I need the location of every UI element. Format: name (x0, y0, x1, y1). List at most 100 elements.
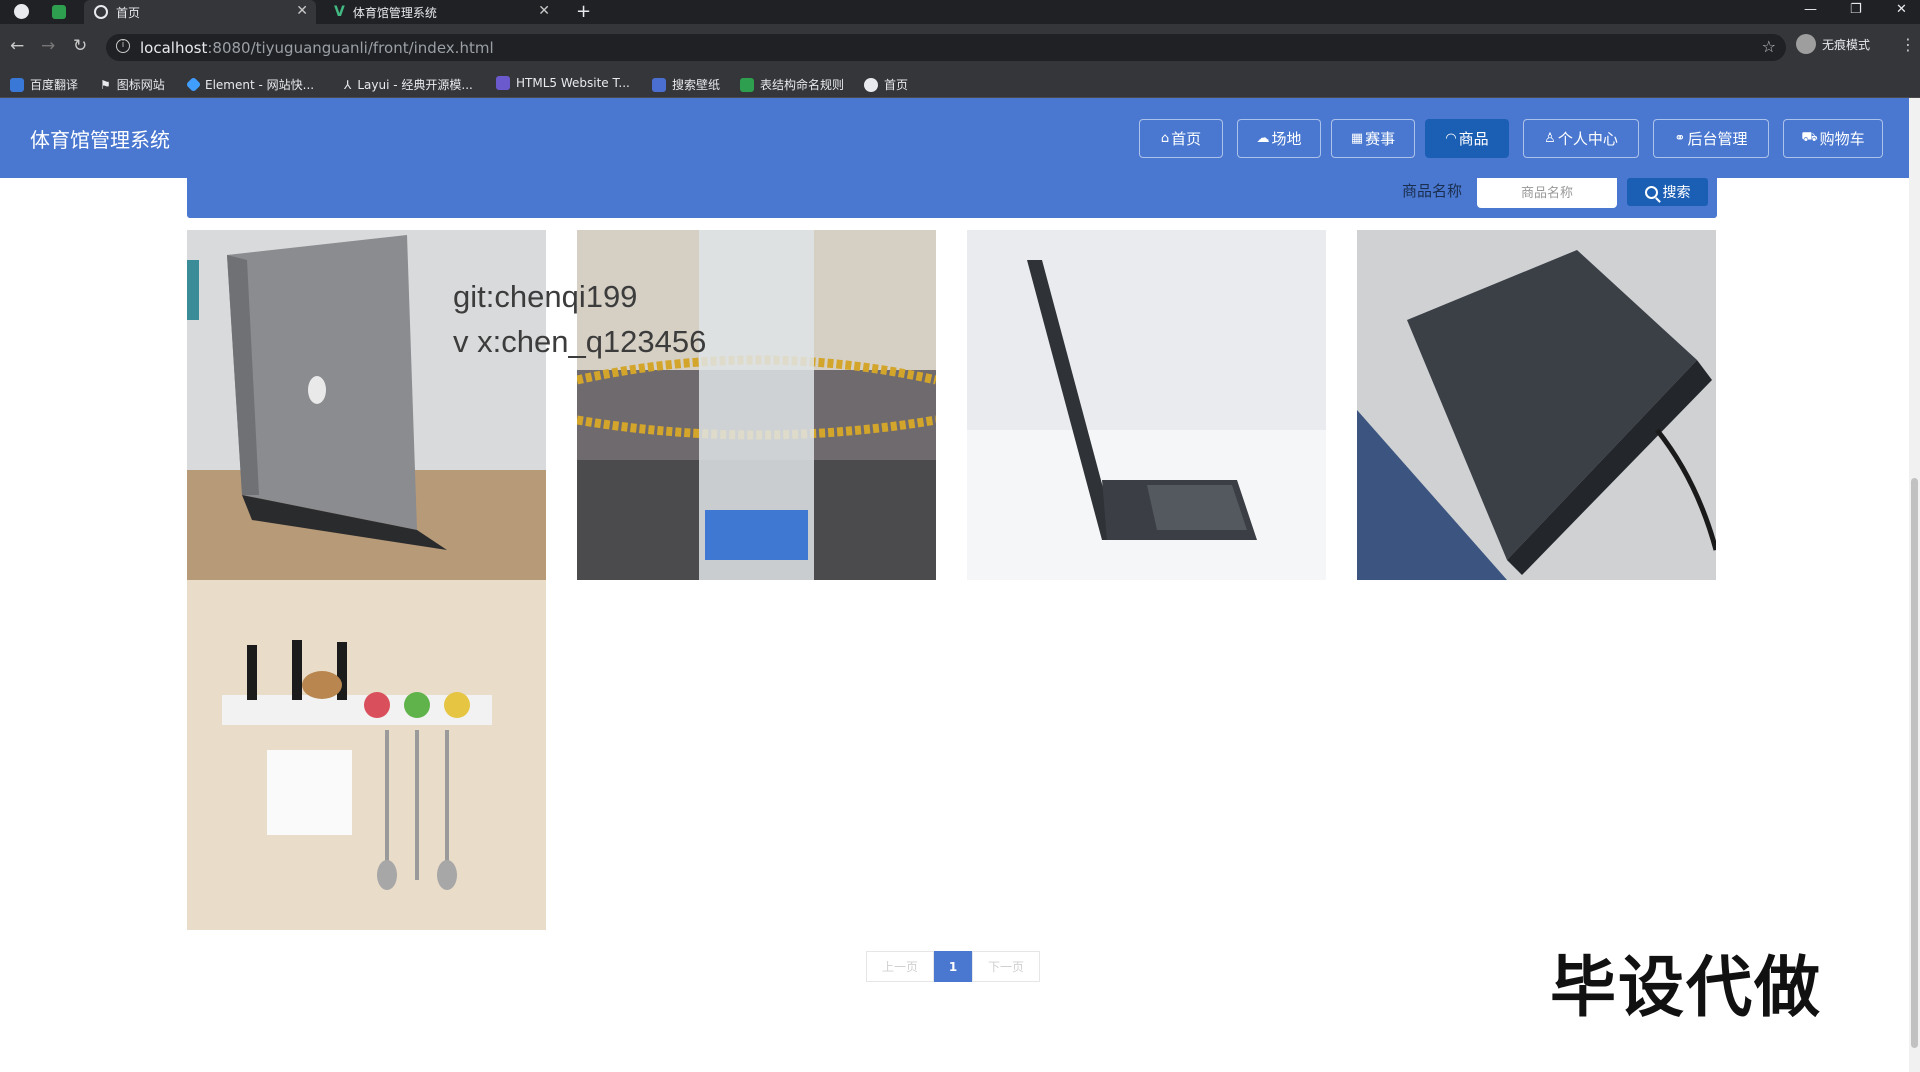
search-input[interactable] (1477, 178, 1617, 208)
url-text[interactable]: localhost:8080/tiyuguanguanli/front/inde… (140, 39, 494, 57)
bookmark-label: HTML5 Website T... (516, 76, 630, 90)
bookmark-item[interactable]: 首页 (864, 76, 908, 93)
menu-icon[interactable]: ⋮ (1900, 35, 1916, 54)
restore-icon[interactable]: ❐ (1850, 2, 1862, 17)
globe-icon (864, 77, 878, 92)
calendar-icon: ▦ (1350, 131, 1364, 146)
close-window-icon[interactable]: ✕ (1896, 2, 1907, 17)
bookmark-item[interactable]: ⚑ 图标网站 (100, 76, 165, 93)
site-title: 体育馆管理系统 (30, 128, 170, 152)
bookmark-item[interactable]: ⅄ Layui - 经典开源模... (344, 76, 473, 93)
element-icon (185, 76, 202, 93)
flag-icon: ⚑ (100, 77, 111, 92)
page-1-button[interactable]: 1 (934, 951, 972, 982)
nav-cart[interactable]: ⛟ 购物车 (1783, 119, 1883, 158)
pagination: 上一页 1 下一页 (866, 951, 1040, 982)
next-page-button[interactable]: 下一页 (972, 951, 1040, 982)
tab-home[interactable]: 首页 ✕ (84, 0, 316, 24)
search-button-label: 搜索 (1662, 184, 1691, 200)
new-tab-button[interactable]: + (576, 1, 591, 22)
bookmark-label: 首页 (884, 78, 909, 92)
tab-label: 体育馆管理系统 (352, 5, 437, 20)
product-card[interactable] (1357, 230, 1716, 580)
nav-venue[interactable]: ☁ 场地 (1237, 119, 1321, 158)
bookmark-label: 表结构命名规则 (760, 78, 845, 92)
bookmarks-bar: 百度翻译 ⚑ 图标网站 Element - 网站快... ⅄ Layui - 经典开… (0, 70, 1920, 98)
nav-label: 购物车 (1819, 130, 1865, 148)
url-host: localhost (140, 39, 208, 57)
bookmark-label: 搜索壁纸 (672, 78, 721, 92)
incognito-badge[interactable]: 无痕模式 (1796, 34, 1870, 54)
incognito-label: 无痕模式 (1822, 37, 1871, 52)
table-icon (740, 77, 754, 92)
prev-page-button[interactable]: 上一页 (866, 951, 934, 982)
overlay-stamp: 毕设代做 (1550, 949, 1822, 1026)
product-image-kitchen-rack (187, 580, 546, 930)
nav-products[interactable]: ◠ 商品 (1425, 119, 1509, 158)
bookmark-item[interactable]: HTML5 Website T... (496, 76, 630, 90)
search-icon (1644, 185, 1658, 199)
minimize-icon[interactable]: — (1804, 2, 1817, 17)
product-card[interactable] (967, 230, 1326, 580)
globe-icon (94, 5, 108, 19)
layui-icon: ⅄ (344, 77, 352, 92)
reload-icon[interactable]: ↻ (73, 36, 87, 56)
tab-system[interactable]: V 体育馆管理系统 ✕ (326, 0, 558, 24)
url-path: :8080/tiyuguanguanli/front/index.html (207, 39, 494, 57)
watermark-line: v x:chen_q123456 (453, 324, 707, 359)
nav-label: 首页 (1171, 130, 1202, 148)
page-viewport[interactable]: 体育馆管理系统 ⌂ 首页 ☁ 场地 ▦ 赛事 ◠ 商品 ♙ 个人中心 ⚭ 后台管理 ⛟ 购物车 (0, 98, 1920, 1072)
back-arrow-icon[interactable]: ← (10, 36, 24, 56)
bookmark-item[interactable]: 百度翻译 (10, 76, 78, 93)
bookmark-label: Element - 网站快... (205, 78, 315, 92)
wallpaper-icon (652, 77, 666, 92)
search-label: 商品名称 (1402, 182, 1463, 200)
browser-tabstrip: 首页 ✕ V 体育馆管理系统 ✕ + — ❐ ✕ (0, 0, 1920, 24)
search-button[interactable]: 搜索 (1627, 178, 1708, 206)
translate-icon (10, 77, 24, 92)
nav-home[interactable]: ⌂ 首页 (1139, 119, 1223, 158)
bookmark-label: 百度翻译 (30, 78, 79, 92)
address-bar[interactable]: i localhost:8080/tiyuguanguanli/front/in… (106, 34, 1786, 61)
incognito-icon (1796, 34, 1816, 54)
product-card[interactable] (187, 580, 546, 930)
nav-events[interactable]: ▦ 赛事 (1331, 119, 1415, 158)
link-icon: ⚭ (1674, 131, 1686, 146)
product-image-laptop (967, 230, 1326, 580)
site-header: 体育馆管理系统 ⌂ 首页 ☁ 场地 ▦ 赛事 ◠ 商品 ♙ 个人中心 ⚭ 后台管理 ⛟ 购物车 (0, 98, 1909, 178)
close-icon[interactable]: ✕ (296, 3, 308, 19)
tab-label: 首页 (116, 5, 141, 20)
screen: 首页 ✕ V 体育馆管理系统 ✕ + — ❐ ✕ ← → ↻ i localho… (0, 0, 1920, 1072)
cloud-icon: ☁ (1256, 131, 1270, 146)
product-image-laptop (1357, 230, 1716, 580)
watermark-line: git:chenqi199 (453, 279, 638, 314)
scrollbar-thumb[interactable] (1911, 478, 1918, 1048)
product-icon: ◠ (1445, 131, 1457, 146)
browser-icon (14, 4, 29, 19)
bookmark-item[interactable]: Element - 网站快... (185, 76, 315, 93)
nav-label: 场地 (1271, 130, 1302, 148)
browser-toolbar: ← → ↻ i localhost:8080/tiyuguanguanli/fr… (0, 24, 1920, 70)
nav-label: 商品 (1458, 130, 1489, 148)
app-icon[interactable] (52, 5, 66, 19)
close-icon[interactable]: ✕ (538, 3, 550, 19)
nav-label: 后台管理 (1687, 130, 1748, 148)
watermark-text: git:chenqi199 v x:chen_q123456 (453, 274, 706, 364)
html5-icon (496, 76, 510, 90)
bookmark-star-icon[interactable]: ☆ (1762, 37, 1776, 56)
cart-icon: ⛟ (1801, 130, 1818, 145)
nav-label: 赛事 (1365, 130, 1396, 148)
bookmark-item[interactable]: 表结构命名规则 (740, 76, 844, 93)
forward-arrow-icon[interactable]: → (41, 36, 55, 56)
nav-admin[interactable]: ⚭ 后台管理 (1653, 119, 1769, 158)
user-icon: ♙ (1544, 131, 1556, 146)
bookmark-label: Layui - 经典开源模... (357, 78, 473, 92)
nav-profile[interactable]: ♙ 个人中心 (1523, 119, 1639, 158)
bookmark-label: 图标网站 (116, 78, 165, 92)
page-scrollbar[interactable] (1909, 98, 1920, 1072)
vue-icon: V (334, 4, 345, 20)
nav-label: 个人中心 (1557, 130, 1618, 148)
info-icon[interactable]: i (116, 39, 130, 53)
home-icon: ⌂ (1160, 131, 1170, 146)
bookmark-item[interactable]: 搜索壁纸 (652, 76, 720, 93)
